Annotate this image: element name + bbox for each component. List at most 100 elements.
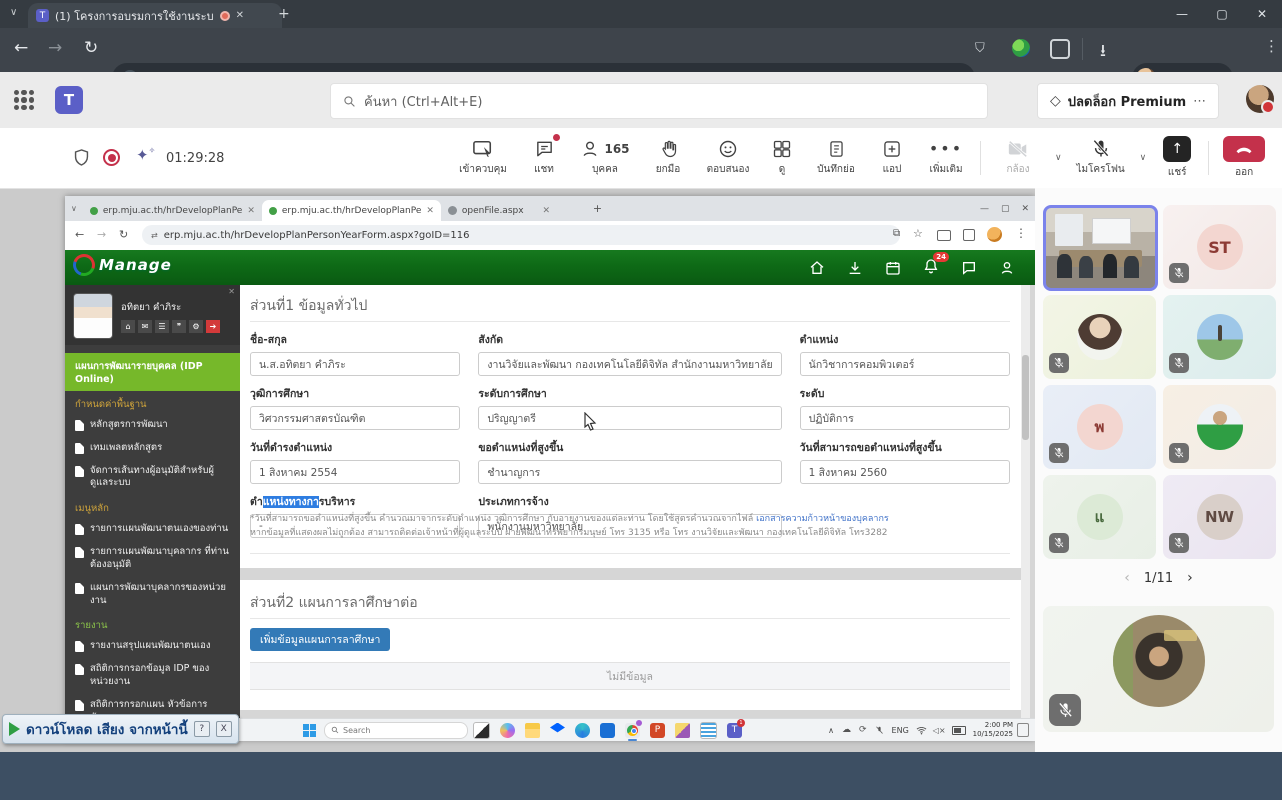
inner-windows-start-button[interactable] [303,723,316,737]
calendar-icon[interactable] [885,260,901,276]
volume-muted-icon[interactable]: ◁× [933,726,946,735]
browser-tab[interactable]: T (1) โครงการอบรมการใช้งานระบ ✕ [28,3,282,28]
share-button-active[interactable]: ↑ แชร์ [1154,130,1200,186]
idm-help-button[interactable]: ? [193,721,210,737]
sidebar-item-approver-path[interactable]: จัดการเส้นทางผู้อนุมัติสำหรับผู้ดูแลระบบ [65,460,240,496]
position-input[interactable]: นักวิชาการคอมพิวเตอร์ [799,352,1010,376]
affiliation-input[interactable]: งานวิจัยและพัฒนา กองเทคโนโลยีดิจิทัล สำน… [478,352,782,376]
inner-extensions-icon[interactable] [963,229,975,241]
new-tab-button[interactable]: + [278,6,290,22]
sidebar-item-summary-report[interactable]: รายงานสรุปแผนพัฒนาตนเอง [65,635,240,658]
teams-profile-avatar[interactable] [1246,85,1275,114]
tab-search-chevron-icon[interactable]: ∨ [10,7,17,18]
inner-forward-button[interactable]: → [97,228,106,241]
participant-tile-ph[interactable]: พ [1043,385,1156,469]
people-button[interactable]: 165 บุคคล [574,130,636,186]
teams-search-bar[interactable]: ค้นหา (Ctrl+Alt+E) [330,83,988,119]
sync-icon[interactable]: ⟳ [859,725,867,735]
pagination-prev-icon[interactable]: ‹ [1124,570,1130,586]
meeting-notes-button[interactable]: บันทึกย่อ [808,130,864,186]
downloads-icon[interactable]: ⭳ [1100,38,1106,67]
inner-reload-button[interactable]: ↻ [119,228,128,241]
inner-bookmark-star-icon[interactable]: ☆ [913,227,923,240]
powerpoint-icon[interactable]: P [650,722,665,738]
onedrive-cloud-icon[interactable]: ☁ [842,725,851,735]
home-icon[interactable] [809,260,825,276]
participant-tile-room-video[interactable] [1043,205,1158,291]
add-study-leave-button[interactable]: เพิ่มข้อมูลแผนการลาศึกษา [250,628,391,651]
battery-icon[interactable] [951,725,966,735]
inner-tab-close-icon[interactable]: ✕ [247,206,255,216]
leave-button[interactable]: ออก [1217,130,1271,186]
self-video-tile[interactable] [1043,606,1274,732]
education-level-input[interactable]: ปริญญาตรี [478,406,782,430]
inner-camera-icon[interactable] [937,230,951,241]
pagination-next-icon[interactable]: › [1187,570,1193,586]
premium-more-icon[interactable]: ⋯ [1193,94,1206,109]
page-scrollbar-track[interactable] [1021,285,1030,718]
window-close-button[interactable]: ✕ [1242,0,1282,28]
tray-mic-muted-icon[interactable] [875,725,884,736]
chrome-active-icon[interactable] [625,719,642,741]
page-scrollbar-thumb[interactable] [1022,355,1029,440]
career-doc-link[interactable]: เอกสารความก้าวหน้าของบุคลากร [756,514,889,524]
erp-logo[interactable]: Manage [69,250,172,280]
idm-download-label[interactable]: ดาวน์โหลด เสียง จากหน้านี้ [26,718,188,740]
eligible-date-input[interactable]: 1 สิงหาคม 2560 [799,460,1010,484]
reload-button[interactable]: ↻ [84,38,98,58]
apps-button[interactable]: แอป [872,130,912,186]
idm-extension-icon[interactable] [1012,39,1030,57]
sidebar-item-template[interactable]: เทมเพลตหลักสูตร [65,437,240,460]
file-explorer-icon[interactable] [525,722,540,738]
level-input[interactable]: ปฏิบัติการ [799,406,1010,430]
copilot-sparkle-icon[interactable]: ✦✧ [136,146,155,164]
inner-tab-close-icon[interactable]: ✕ [543,206,551,216]
idm-download-bar[interactable]: ดาวน์โหลด เสียง จากหน้านี้ ? X [2,714,239,744]
back-button[interactable]: ← [14,38,28,58]
menu-mini-icon[interactable]: ☰ [155,319,169,333]
extensions-puzzle-icon[interactable] [1050,39,1070,59]
sidebar-program-header[interactable]: แผนการพัฒนารายบุคคล (IDP Online) [65,353,240,391]
waffle-menu-icon[interactable] [14,90,34,110]
inner-back-button[interactable]: ← [75,228,84,241]
sidebar-item-course[interactable]: หลักสูตรการพัฒนา [65,414,240,437]
tab-close-icon[interactable]: ✕ [236,10,244,21]
inner-maximize-button[interactable]: ▢ [1001,204,1010,214]
more-button[interactable]: ••• เพิ่มเติม [920,130,972,186]
inner-site-icon[interactable]: ⇄ [151,231,158,240]
take-control-button[interactable]: เข้าควบคุม [452,130,514,186]
settings-mini-icon[interactable]: ⚙ [189,319,203,333]
copilot-icon[interactable] [500,722,515,738]
inner-taskbar-search[interactable]: Search [324,721,468,739]
chat-mini-icon[interactable]: ❞ [172,319,186,333]
home-mini-icon[interactable]: ⌂ [121,319,135,333]
forward-button[interactable]: → [48,38,62,58]
download-icon[interactable] [847,260,863,276]
position-date-input[interactable]: 1 สิงหาคม 2554 [250,460,461,484]
fullname-input[interactable]: น.ส.อทิตยา คำภิระ [250,352,461,376]
inner-tab-2-active[interactable]: erp.mju.ac.th/hrDevelopPlanPe ✕ [261,200,441,221]
microphone-chevron-icon[interactable]: ∨ [1140,153,1147,163]
wifi-icon[interactable] [916,726,927,735]
dropbox-icon[interactable] [550,722,565,733]
browser-menu-kebab-icon[interactable]: ⋮ [1264,37,1279,55]
idm-close-button[interactable]: X [215,721,232,737]
participant-tile-ae[interactable]: แ [1043,475,1156,559]
participant-tile-st[interactable]: ST [1163,205,1276,289]
inner-share-icon[interactable]: ⧉ [893,228,900,239]
camera-button-disabled[interactable]: กล้อง [989,130,1047,186]
inner-address-bar[interactable]: ⇄ erp.mju.ac.th/hrDevelopPlanPersonYearF… [142,225,900,245]
notes-app-icon[interactable] [700,721,717,739]
teams-logo[interactable]: T [55,86,83,114]
messages-icon[interactable] [961,260,977,276]
tools-icon[interactable] [675,722,690,738]
inner-tab-3[interactable]: openFile.aspx ✕ [441,200,585,221]
inner-clock[interactable]: 2:00 PM 10/15/2025 [973,721,1013,739]
view-button[interactable]: ดู [764,130,800,186]
inner-tab-chevron-icon[interactable]: ∨ [71,204,77,213]
inner-menu-kebab-icon[interactable]: ⋮ [1015,226,1027,240]
inner-language-indicator[interactable]: ENG [892,726,909,735]
adblock-shield-icon[interactable]: ⛉ [975,41,985,56]
sidebar-item-unit-plans[interactable]: แผนการพัฒนาบุคลากรของหน่วยงาน [65,577,240,613]
react-button[interactable]: ตอบสนอง [700,130,756,186]
